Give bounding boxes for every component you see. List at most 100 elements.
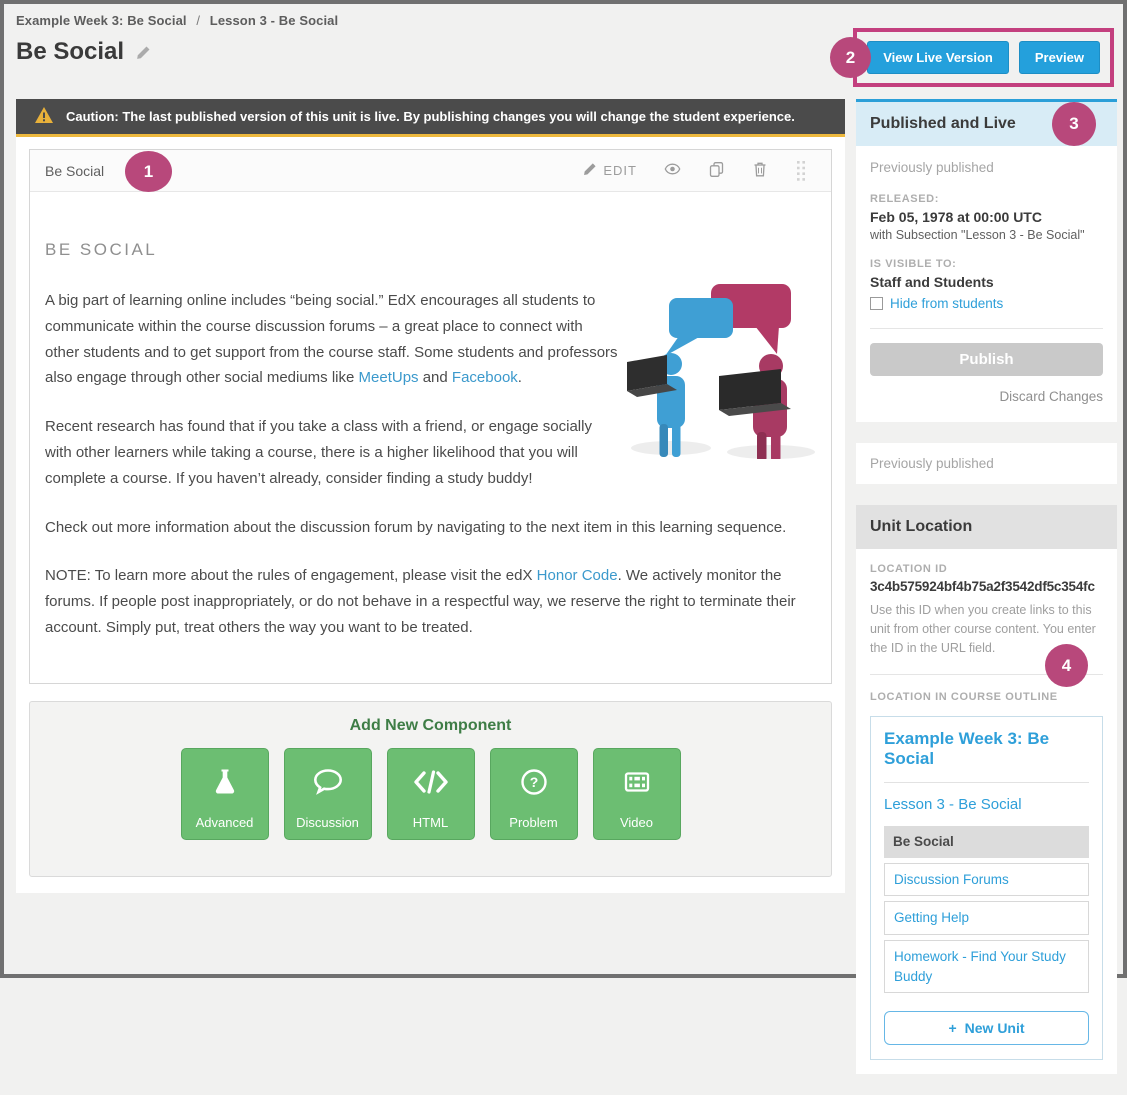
plus-icon: +	[948, 1020, 957, 1037]
breadcrumb-separator: /	[196, 13, 201, 28]
page-title: Be Social	[16, 38, 125, 65]
paragraph-1-text: A big part of learning online includes “…	[45, 292, 618, 387]
view-live-version-button[interactable]: View Live Version	[867, 41, 1009, 74]
annotation-circle-3: 3	[1052, 102, 1096, 146]
duplicate-button[interactable]	[708, 161, 725, 181]
location-id-label: LOCATION ID	[870, 563, 948, 575]
add-new-component-panel: Add New Component Advanced Discussion HT…	[29, 701, 832, 877]
publish-status-text: Previously published	[870, 160, 994, 175]
released-date: Feb 05, 1978 at 00:00 UTC	[870, 209, 1042, 225]
svg-text:?: ?	[529, 774, 538, 790]
released-label: RELEASED:	[870, 193, 939, 205]
edit-button-label: EDIT	[603, 163, 637, 178]
warning-triangle-icon	[35, 107, 53, 126]
paragraph-1-text-2: and	[418, 369, 452, 387]
previously-published-card: Previously published	[856, 443, 1117, 484]
add-button-label: Problem	[509, 815, 558, 830]
course-outline-zone: LOCATION IN COURSE OUTLINE Example Week …	[870, 674, 1103, 1061]
add-advanced-button[interactable]: Advanced	[180, 748, 269, 840]
new-unit-button[interactable]: + New Unit	[884, 1011, 1089, 1046]
outline-section-link[interactable]: Example Week 3: Be Social	[884, 729, 1089, 784]
paragraph-4: NOTE: To learn more about the rules of e…	[45, 563, 817, 640]
eye-icon	[664, 161, 681, 180]
previously-published-text: Previously published	[870, 456, 994, 471]
annotation-circle-2: 2	[830, 37, 871, 78]
paragraph-1: A big part of learning online includes “…	[45, 288, 621, 391]
question-circle-icon: ?	[491, 749, 577, 815]
pencil-icon	[583, 162, 597, 179]
unit-location-body: LOCATION ID 3c4b575924bf4b75a2f3542df5c3…	[856, 549, 1117, 1074]
drag-handle-icon[interactable]	[795, 160, 807, 182]
paragraph-1-text-3: .	[517, 369, 522, 387]
breadcrumb-section-link[interactable]: Example Week 3: Be Social	[16, 13, 187, 28]
honor-code-link[interactable]: Honor Code	[537, 567, 618, 584]
component-toolbar: EDIT	[583, 160, 807, 182]
outline-unit-link[interactable]: Discussion Forums	[884, 862, 1089, 897]
page-header: Example Week 3: Be Social / Lesson 3 - B…	[16, 4, 1117, 99]
page: Example Week 3: Be Social / Lesson 3 - B…	[4, 4, 1123, 1095]
paragraph-2: Recent research has found that if you ta…	[45, 418, 592, 487]
main-columns: Caution: The last published version of t…	[16, 99, 1117, 1095]
social-figures-image	[619, 276, 829, 462]
paragraph-3: Check out more information about the dis…	[45, 518, 787, 536]
add-component-buttons: Advanced Discussion HTML ? Problem Video	[30, 748, 831, 840]
outline-subsection-link[interactable]: Lesson 3 - Be Social	[884, 796, 1089, 813]
location-id-value: 3c4b575924bf4b75a2f3542df5c354fc	[870, 579, 1095, 594]
paragraph-4-text: NOTE: To learn more about the rules of e…	[45, 567, 537, 585]
edit-title-pencil-icon[interactable]	[136, 45, 151, 60]
publish-zone: Publish Discard Changes	[870, 328, 1103, 408]
caution-banner-text: Caution: The last published version of t…	[66, 109, 795, 124]
published-and-live-card: Published and Live Previously published …	[856, 99, 1117, 422]
outline-unit-link[interactable]: Homework - Find Your Study Buddy	[884, 939, 1089, 994]
annotation-circle-4: 4	[1045, 644, 1088, 687]
unit-content-column: Caution: The last published version of t…	[16, 99, 845, 893]
outline-unit-current: Be Social	[884, 826, 1089, 858]
flask-icon	[182, 749, 268, 815]
html-component: Be Social EDIT BE SOCIAL A big part of l…	[29, 149, 832, 684]
breadcrumb: Example Week 3: Be Social / Lesson 3 - B…	[16, 13, 1117, 28]
add-html-button[interactable]: HTML	[386, 748, 475, 840]
copy-icon	[708, 161, 725, 181]
outline-label: LOCATION IN COURSE OUTLINE	[870, 691, 1058, 704]
delete-button[interactable]	[752, 161, 768, 181]
hide-from-students-checkbox[interactable]	[870, 297, 883, 310]
hide-from-students-row: Hide from students	[870, 296, 1103, 311]
preview-button[interactable]: Preview	[1018, 41, 1100, 74]
discard-changes-link[interactable]: Discard Changes	[870, 389, 1103, 404]
add-new-component-title: Add New Component	[349, 717, 512, 734]
speech-bubble-icon	[285, 749, 371, 815]
unit-location-title: Unit Location	[856, 505, 1117, 549]
add-button-label: HTML	[412, 815, 449, 830]
publish-button[interactable]: Publish	[870, 343, 1103, 376]
add-button-label: Advanced	[195, 815, 254, 830]
film-icon	[594, 749, 680, 815]
caution-banner: Caution: The last published version of t…	[16, 99, 845, 137]
trash-icon	[752, 161, 768, 181]
released-subsection: with Subsection "Lesson 3 - Be Social"	[870, 228, 1085, 242]
annotation-box-2-header-buttons: View Live Version Preview	[853, 28, 1114, 87]
breadcrumb-subsection-link[interactable]: Lesson 3 - Be Social	[210, 13, 338, 28]
annotation-circle-1: 1	[125, 151, 172, 192]
new-unit-label: New Unit	[964, 1020, 1025, 1037]
sidebar: Published and Live Previously published …	[856, 99, 1117, 1095]
add-problem-button[interactable]: ? Problem	[489, 748, 578, 840]
code-icon	[388, 749, 474, 815]
facebook-link[interactable]: Facebook	[452, 369, 518, 386]
add-video-button[interactable]: Video	[592, 748, 681, 840]
hide-from-students-label[interactable]: Hide from students	[890, 296, 1003, 311]
edit-button[interactable]: EDIT	[583, 162, 637, 179]
meetups-link[interactable]: MeetUps	[359, 369, 419, 386]
add-discussion-button[interactable]: Discussion	[283, 748, 372, 840]
content-heading: BE SOCIAL	[45, 240, 158, 259]
studio-unit-page: { "page": { "breadcrumb": { "part1": "Ex…	[0, 0, 1127, 1075]
course-outline-tree: Example Week 3: Be Social Lesson 3 - Be …	[870, 716, 1103, 1061]
visibility-button[interactable]	[664, 161, 681, 180]
component-content: BE SOCIAL A big part of learning online …	[30, 192, 831, 641]
add-button-label: Video	[619, 815, 653, 830]
unit-location-card: Unit Location LOCATION ID 3c4b575924bf4b…	[856, 505, 1117, 1075]
outline-unit-link[interactable]: Getting Help	[884, 901, 1089, 935]
unit-editor-area: Be Social EDIT BE SOCIAL A big part of l…	[16, 137, 845, 893]
publish-card-body: Previously published RELEASED: Feb 05, 1…	[856, 146, 1117, 422]
component-title: Be Social	[45, 162, 105, 179]
add-button-label: Discussion	[296, 815, 359, 830]
